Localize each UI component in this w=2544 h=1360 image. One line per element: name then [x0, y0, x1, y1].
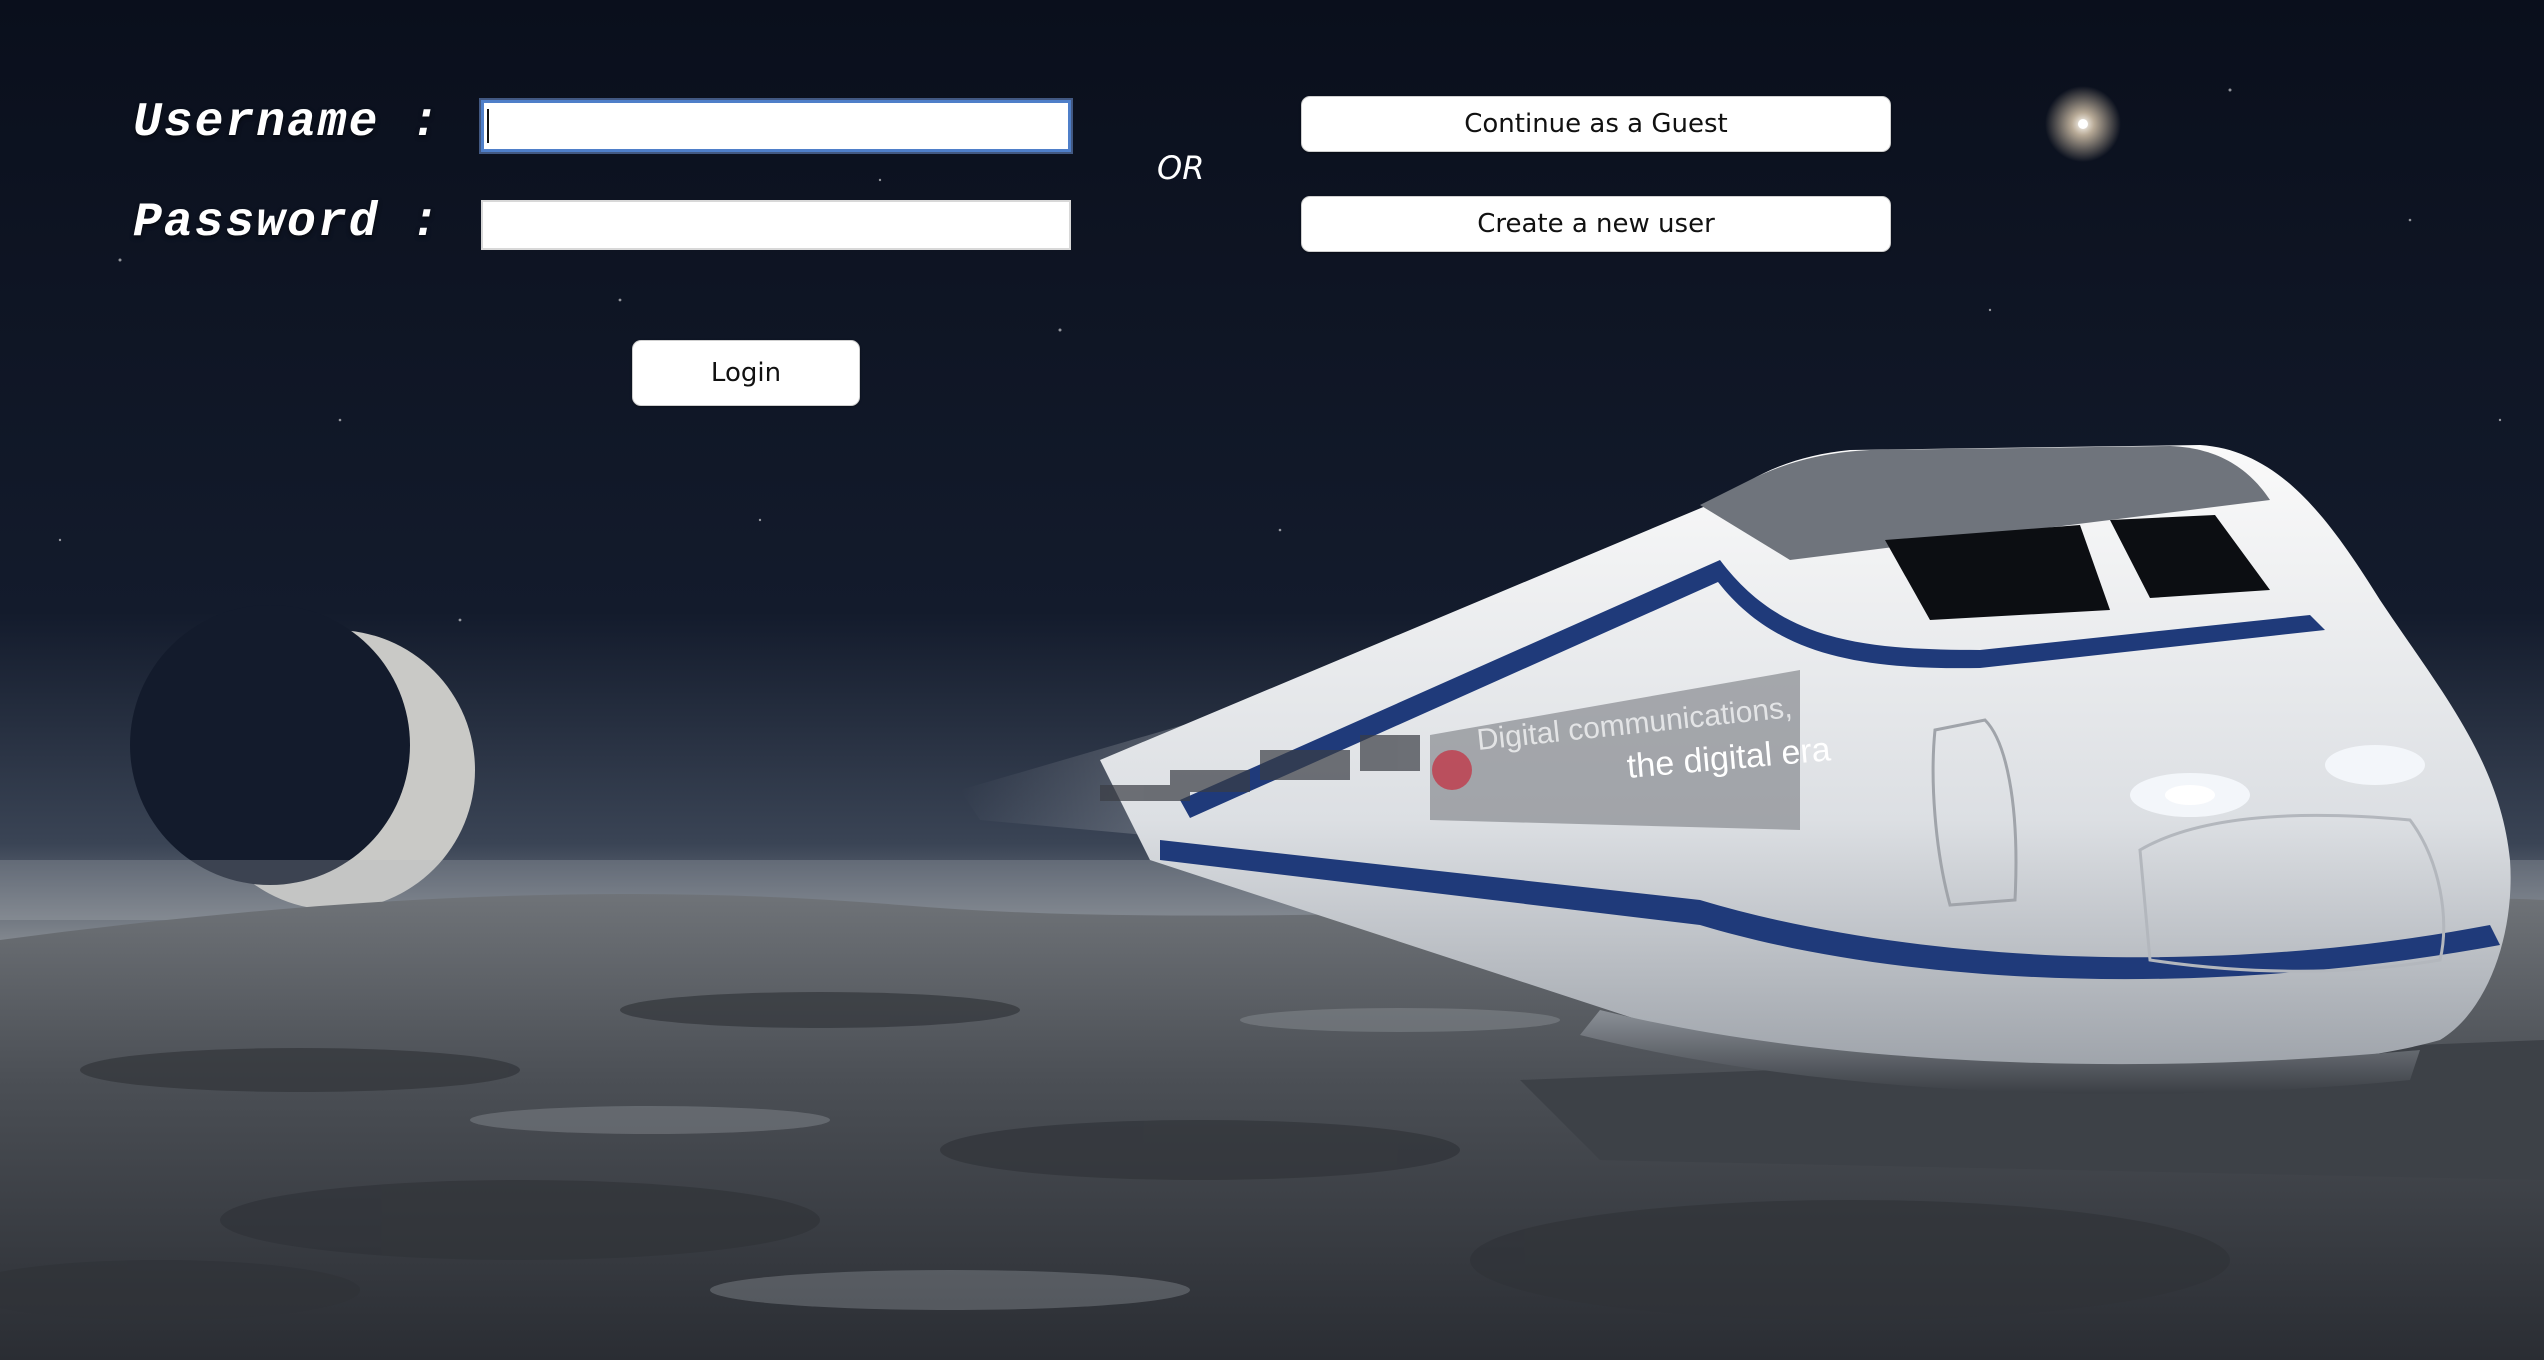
text-cursor: [487, 109, 489, 143]
create-new-user-button[interactable]: Create a new user: [1301, 196, 1891, 252]
password-input[interactable]: [481, 200, 1071, 250]
or-separator: OR: [1157, 149, 1205, 187]
username-input[interactable]: [481, 100, 1071, 152]
password-label: Password :: [133, 196, 442, 250]
continue-as-guest-button[interactable]: Continue as a Guest: [1301, 96, 1891, 152]
login-button[interactable]: Login: [632, 340, 860, 406]
username-label: Username :: [133, 96, 442, 150]
